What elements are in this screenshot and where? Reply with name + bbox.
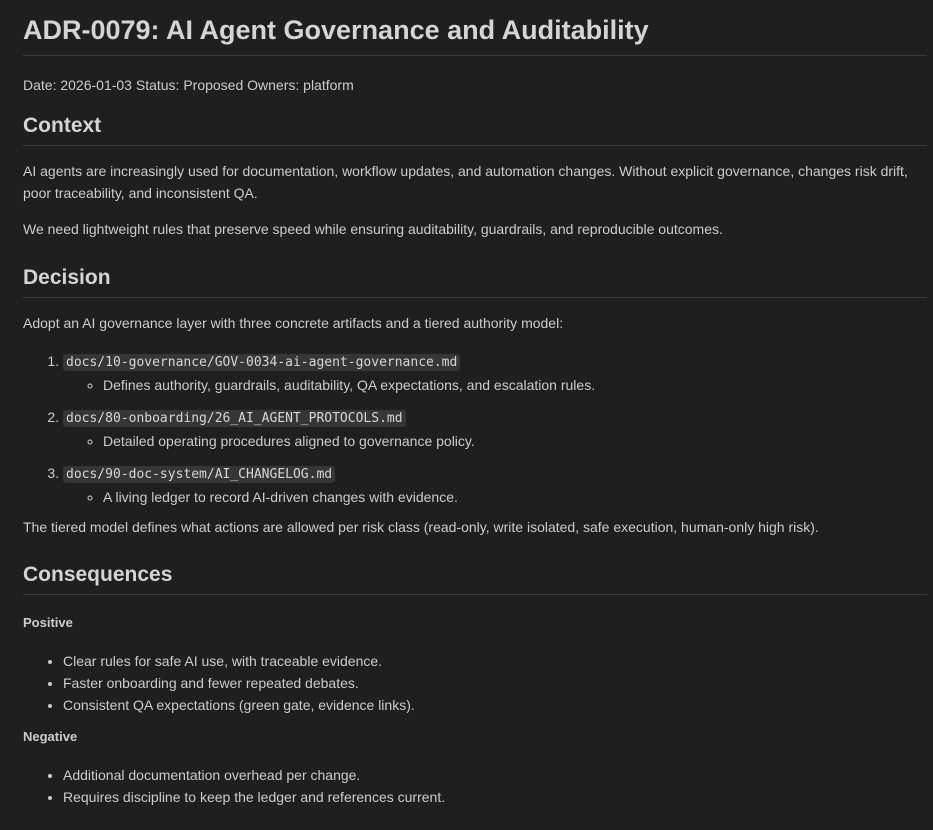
decision-heading: Decision — [23, 265, 927, 298]
negative-list: Additional documentation overhead per ch… — [23, 764, 927, 808]
decision-item-description: A living ledger to record AI-driven chan… — [103, 486, 927, 508]
context-paragraph-1: AI agents are increasingly used for docu… — [23, 163, 908, 201]
decision-item: docs/90-doc-system/AI_CHANGELOG.md A liv… — [63, 462, 927, 508]
decision-sublist: Defines authority, guardrails, auditabil… — [63, 374, 927, 396]
list-item: Clear rules for safe AI use, with tracea… — [63, 650, 927, 672]
context-paragraph-2: We need lightweight rules that preserve … — [23, 221, 723, 237]
document: ADR-0079: AI Agent Governance and Audita… — [0, 0, 933, 830]
tiered-model-paragraph: The tiered model defines what actions ar… — [23, 519, 819, 535]
decision-sublist: A living ledger to record AI-driven chan… — [63, 486, 927, 508]
positive-label: Positive — [23, 615, 73, 630]
list-item: Consistent QA expectations (green gate, … — [63, 694, 927, 716]
file-path-code: docs/90-doc-system/AI_CHANGELOG.md — [63, 466, 336, 483]
decision-item: docs/80-onboarding/26_AI_AGENT_PROTOCOLS… — [63, 406, 927, 452]
decision-sublist: Detailed operating procedures aligned to… — [63, 430, 927, 452]
decision-item: docs/10-governance/GOV-0034-ai-agent-gov… — [63, 350, 927, 396]
consequences-heading: Consequences — [23, 562, 927, 595]
decision-item-description: Defines authority, guardrails, auditabil… — [103, 374, 927, 396]
decision-list: docs/10-governance/GOV-0034-ai-agent-gov… — [23, 350, 927, 508]
list-item: Requires discipline to keep the ledger a… — [63, 786, 927, 808]
negative-label: Negative — [23, 729, 78, 744]
list-item: Faster onboarding and fewer repeated deb… — [63, 672, 927, 694]
context-heading: Context — [23, 113, 927, 146]
page-title: ADR-0079: AI Agent Governance and Audita… — [23, 0, 927, 56]
decision-intro: Adopt an AI governance layer with three … — [23, 315, 564, 331]
positive-list: Clear rules for safe AI use, with tracea… — [23, 650, 927, 716]
file-path-code: docs/10-governance/GOV-0034-ai-agent-gov… — [63, 354, 461, 371]
decision-item-description: Detailed operating procedures aligned to… — [103, 430, 927, 452]
metadata-line: Date: 2026-01-03 Status: Proposed Owners… — [23, 77, 354, 93]
file-path-code: docs/80-onboarding/26_AI_AGENT_PROTOCOLS… — [63, 410, 406, 427]
list-item: Additional documentation overhead per ch… — [63, 764, 927, 786]
